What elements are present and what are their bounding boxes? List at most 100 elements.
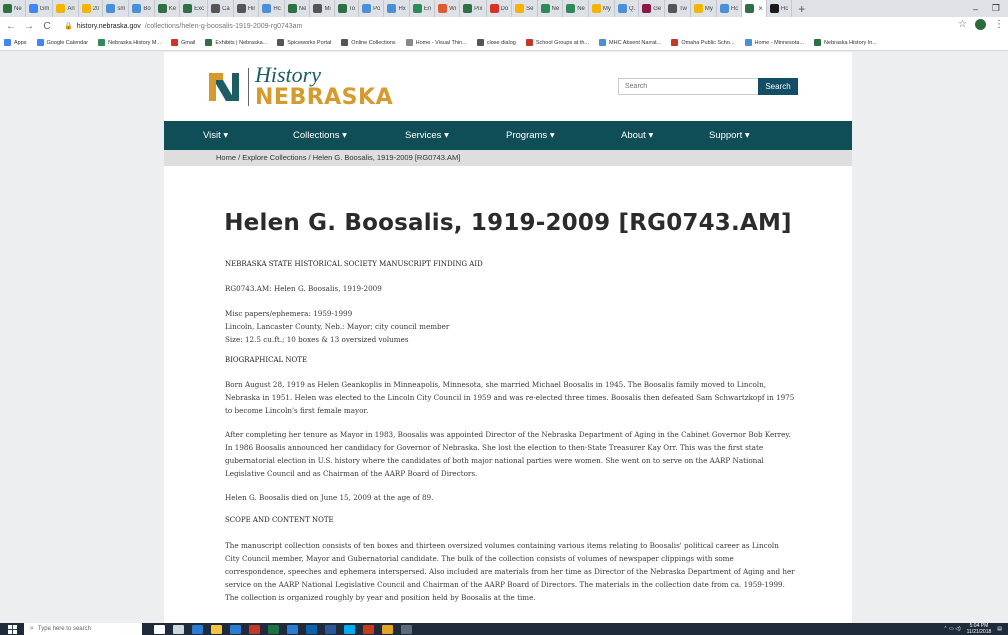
taskbar-search-input[interactable]: ⌕ Type here to search: [24, 623, 142, 635]
tab-title: sm: [117, 5, 126, 12]
browser-tab[interactable]: Hc: [767, 0, 793, 17]
browser-tab[interactable]: Hx: [384, 0, 410, 17]
clock-date: 11/21/2018: [966, 629, 992, 635]
history-nebraska-logo[interactable]: History NEBRASKA: [206, 64, 393, 109]
browser-tab[interactable]: sm: [103, 0, 130, 17]
page-content: History NEBRASKA Search Visit ▾ Collecti…: [164, 52, 852, 623]
tab-favicon-icon: [566, 4, 576, 13]
outlook-icon[interactable]: [306, 624, 317, 634]
browser-tab[interactable]: Wi: [435, 0, 461, 17]
browser-tab[interactable]: Ne: [0, 0, 26, 17]
back-arrow-icon[interactable]: ←: [6, 21, 16, 32]
web-page: History NEBRASKA Search Visit ▾ Collecti…: [0, 52, 1008, 623]
bookmark-star-icon[interactable]: ☆: [958, 19, 967, 30]
browser-tab[interactable]: Hc: [259, 0, 285, 17]
browser-tab[interactable]: Po: [359, 0, 385, 17]
bookmark-item[interactable]: Home - Visual Thin...: [405, 39, 467, 46]
browser-tab[interactable]: Ne: [538, 0, 564, 17]
clock[interactable]: 5:04 PM 11/21/2018: [967, 623, 992, 635]
nav-support[interactable]: Support ▾: [709, 130, 750, 141]
browser-tab[interactable]: Ca: [208, 0, 234, 17]
browser-tab[interactable]: An: [53, 0, 79, 17]
browser-tab[interactable]: Gm: [26, 0, 54, 17]
browser-tab[interactable]: Tw: [665, 0, 691, 17]
heading-scope-content: SCOPE AND CONTENT NOTE: [225, 516, 334, 524]
skype-icon[interactable]: [344, 624, 355, 634]
new-tab-button[interactable]: +: [792, 2, 811, 16]
browser-tab-active[interactable]: ×: [742, 0, 767, 17]
bookmark-item[interactable]: School Groups at th...: [525, 39, 589, 46]
tab-title: Do: [500, 5, 509, 12]
windows-start-icon[interactable]: [0, 623, 24, 635]
browser-tab[interactable]: 20: [79, 0, 104, 17]
bookmark-item[interactable]: Gmail: [171, 39, 195, 46]
browser-tab[interactable]: Q.: [615, 0, 640, 17]
bookmark-item[interactable]: Google Calendar: [36, 39, 88, 46]
restore-button[interactable]: ❐: [992, 3, 1000, 14]
browser-tab[interactable]: Ge: [639, 0, 666, 17]
task-view-icon[interactable]: [173, 624, 184, 634]
tab-favicon-icon: [463, 4, 473, 13]
powerpoint-icon[interactable]: [363, 624, 374, 634]
bookmark-item[interactable]: Omaha Public Scho...: [671, 39, 735, 46]
bookmark-item[interactable]: Exhibits | Nebraska...: [205, 39, 267, 46]
access-icon[interactable]: [249, 624, 260, 634]
nav-services[interactable]: Services ▾: [405, 130, 449, 141]
browser-tab[interactable]: Exc: [180, 0, 209, 17]
bookmark-item[interactable]: Home - Minnesota...: [744, 39, 804, 46]
profile-avatar[interactable]: [975, 19, 986, 30]
minimize-button[interactable]: –: [973, 4, 978, 14]
bookmark-item[interactable]: Online Collections: [341, 39, 396, 46]
browser-tab[interactable]: Pix: [460, 0, 487, 17]
photos-icon[interactable]: [401, 624, 412, 634]
tray-icons[interactable]: ⌃ ▭ ◁): [943, 626, 960, 632]
url-field[interactable]: 🔒 history.nebraska.gov/collections/helen…: [60, 19, 306, 33]
tab-favicon-icon: [3, 4, 12, 13]
tab-favicon-icon: [211, 4, 221, 13]
bookmark-item[interactable]: Nebraska History M...: [98, 39, 161, 46]
browser-tab[interactable]: To: [335, 0, 360, 17]
bookmark-item[interactable]: close dialog: [476, 39, 516, 46]
browser-tab[interactable]: Ke: [155, 0, 181, 17]
browser-tab[interactable]: Se: [512, 0, 538, 17]
ie-icon[interactable]: [192, 624, 203, 634]
reload-icon[interactable]: C: [42, 21, 52, 32]
browser-tab[interactable]: En: [410, 0, 436, 17]
tab-title: Exc: [194, 5, 205, 12]
notifications-icon[interactable]: ▤: [997, 626, 1002, 632]
breadcrumb[interactable]: Home / Explore Collections / Helen G. Bo…: [216, 153, 460, 162]
browser-tab[interactable]: My: [691, 0, 717, 17]
nav-programs[interactable]: Programs ▾: [506, 130, 555, 141]
browser-tab[interactable]: Mi: [310, 0, 335, 17]
menu-kebab-icon[interactable]: ⋮: [994, 19, 1004, 30]
chrome-icon[interactable]: [382, 624, 393, 634]
bookmark-item[interactable]: Nebraska History In...: [814, 39, 877, 46]
browser-tab[interactable]: Hc: [717, 0, 743, 17]
word-icon[interactable]: [325, 624, 336, 634]
bookmark-item[interactable]: Apps: [4, 39, 27, 46]
nav-visit[interactable]: Visit ▾: [203, 130, 228, 141]
store-icon[interactable]: [230, 624, 241, 634]
search-input[interactable]: [618, 78, 758, 95]
tab-title: To: [348, 5, 356, 12]
tab-favicon-icon: [183, 4, 193, 13]
browser-tab[interactable]: Do: [487, 0, 513, 17]
cortana-icon[interactable]: [154, 624, 165, 634]
nav-about[interactable]: About ▾: [621, 130, 653, 141]
search-button[interactable]: Search: [758, 78, 798, 95]
browser-tab[interactable]: My: [589, 0, 615, 17]
excel-icon[interactable]: [268, 624, 279, 634]
forward-arrow-icon[interactable]: →: [24, 21, 34, 32]
nav-collections[interactable]: Collections ▾: [293, 130, 347, 141]
browser-tab[interactable]: Bo: [129, 0, 155, 17]
close-tab-icon[interactable]: ×: [758, 4, 763, 13]
file-explorer-icon[interactable]: [211, 624, 222, 634]
browser-tab[interactable]: Ne: [285, 0, 311, 17]
tab-favicon-icon: [591, 4, 601, 13]
bookmark-item[interactable]: MHC Absent Narrat...: [599, 39, 661, 46]
browser-tab[interactable]: Ne: [563, 0, 589, 17]
browser-tab[interactable]: Hir: [234, 0, 260, 17]
edge-icon[interactable]: [287, 624, 298, 634]
tab-favicon-icon: [387, 4, 397, 13]
bookmark-item[interactable]: Spiceworks Portal: [277, 39, 331, 46]
